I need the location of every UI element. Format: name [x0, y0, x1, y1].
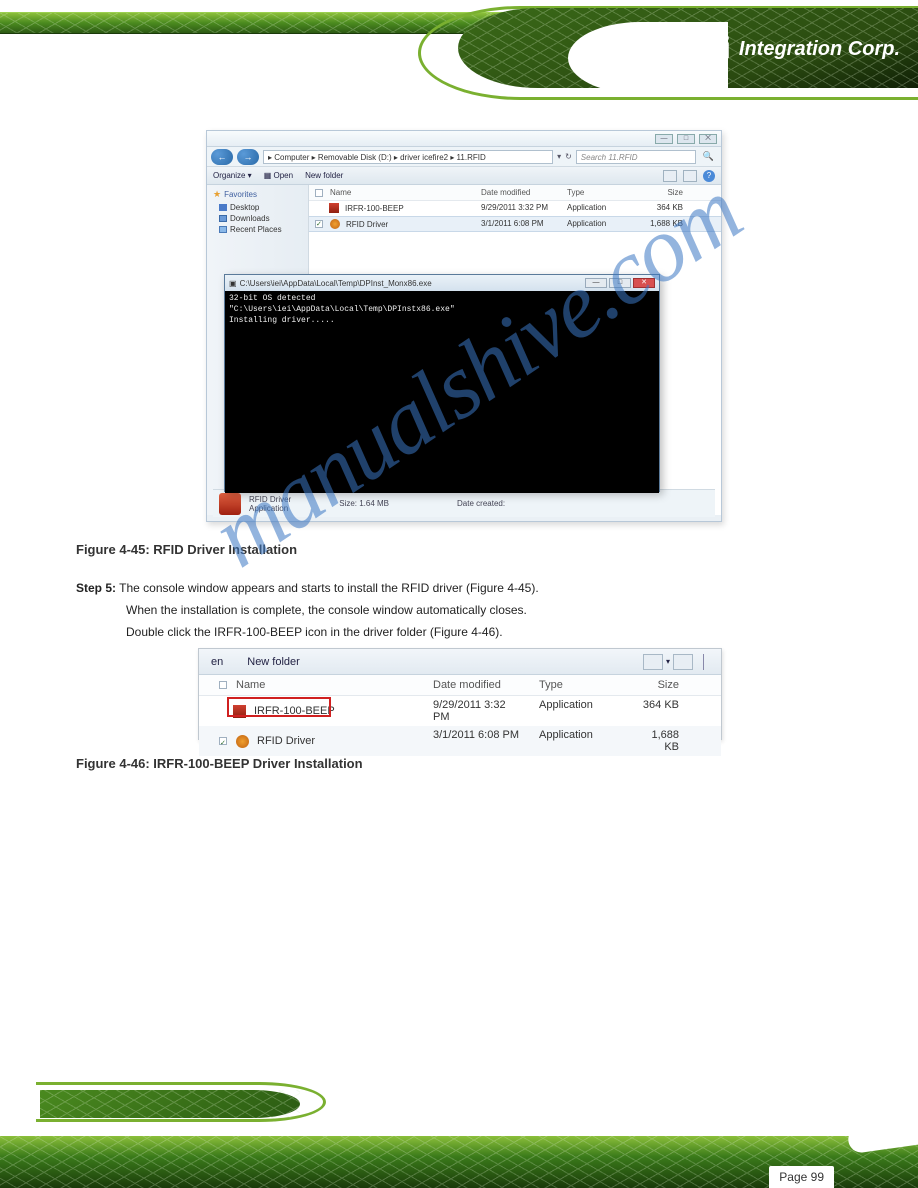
explorer-toolbar: Organize ▾ ▦ Open New folder ?: [207, 167, 721, 185]
logo-text: Integration Corp.: [739, 38, 900, 61]
divider: [703, 654, 709, 670]
detail-toolbar: en New folder ▾: [199, 649, 721, 675]
select-all-checkbox[interactable]: [219, 681, 227, 689]
favorites-heading: ★Favorites: [213, 189, 302, 200]
column-type[interactable]: Type: [531, 675, 631, 695]
installer-icon: [329, 203, 339, 213]
sidebar-item-recent[interactable]: Recent Places: [215, 224, 302, 235]
step-text: When the installation is complete, the c…: [126, 600, 527, 620]
status-file-icon: [219, 493, 241, 515]
window-min-button[interactable]: —: [655, 134, 673, 144]
detail-column-header: Name Date modified Type Size: [199, 675, 721, 696]
search-input[interactable]: Search 11.RFID: [576, 150, 696, 164]
row-checkbox[interactable]: [219, 737, 227, 745]
explorer-window-detail: en New folder ▾ Name Date modified Type …: [198, 648, 722, 740]
organize-button[interactable]: Organize ▾: [213, 171, 252, 180]
view-mode-button[interactable]: ▾: [643, 654, 663, 670]
back-button[interactable]: ←: [211, 149, 233, 165]
step-text: Double click the IRFR-100-BEEP icon in t…: [126, 622, 826, 642]
column-size[interactable]: Size: [631, 675, 693, 695]
column-header-row: Name Date modified Type Size: [309, 185, 721, 201]
console-max-button[interactable]: □: [609, 278, 631, 288]
console-line: 32-bit OS detected: [229, 293, 655, 304]
star-icon: ★: [213, 189, 221, 200]
open-button[interactable]: ▦ Open: [264, 171, 293, 180]
column-date[interactable]: Date modified: [425, 675, 531, 695]
column-date[interactable]: Date modified: [475, 185, 561, 200]
console-line: Installing driver.....: [229, 315, 655, 326]
preview-pane-button[interactable]: [683, 170, 697, 182]
file-row[interactable]: IRFR-100-BEEP 9/29/2011 3:32 PM Applicat…: [309, 201, 721, 216]
select-all-checkbox[interactable]: [315, 189, 323, 197]
step-text: Step 5: The console window appears and s…: [76, 578, 539, 598]
console-titlebar[interactable]: ▣ C:\Users\iei\AppData\Local\Temp\DPInst…: [225, 275, 659, 291]
top-wave: iEi Integration Corp.: [398, 8, 918, 98]
downloads-icon: [219, 215, 227, 222]
breadcrumb[interactable]: ▸ Computer ▸ Removable Disk (D:) ▸ drive…: [263, 150, 553, 164]
new-folder-button[interactable]: New folder: [247, 656, 300, 668]
toolbar-label: en: [211, 656, 223, 668]
window-titlebar: — □ ⨉: [207, 131, 721, 147]
search-icon[interactable]: 🔍: [700, 151, 717, 162]
recent-icon: [219, 226, 227, 233]
preview-pane-button[interactable]: [673, 654, 693, 670]
figure-caption: Figure 4-46: IRFR-100-BEEP Driver Instal…: [76, 756, 363, 771]
status-bar: RFID Driver Application Size: 1.64 MB Da…: [213, 489, 715, 517]
driver-icon: [236, 735, 249, 748]
driver-icon: [330, 219, 340, 229]
console-body: 32-bit OS detected "C:\Users\iei\AppData…: [225, 291, 659, 493]
sidebar-item-desktop[interactable]: Desktop: [215, 202, 302, 213]
new-folder-button[interactable]: New folder: [305, 171, 343, 180]
window-close-button[interactable]: ⨉: [699, 134, 717, 144]
console-min-button[interactable]: —: [585, 278, 607, 288]
page-number: Page 99: [769, 1166, 834, 1188]
green-bottom-bar: Page 99: [0, 1136, 918, 1188]
column-type[interactable]: Type: [561, 185, 637, 200]
console-window: ▣ C:\Users\iei\AppData\Local\Temp\DPInst…: [224, 274, 660, 492]
console-line: "C:\Users\iei\AppData\Local\Temp\DPInstx…: [229, 304, 655, 315]
column-size[interactable]: Size: [637, 185, 689, 200]
highlight-box: [227, 697, 331, 717]
window-max-button[interactable]: □: [677, 134, 695, 144]
bottom-banner: Page 99: [0, 1076, 918, 1188]
sidebar-item-downloads[interactable]: Downloads: [215, 213, 302, 224]
column-name[interactable]: Name: [236, 679, 265, 691]
console-close-button[interactable]: ✕: [633, 278, 655, 288]
bottom-wave: [40, 1078, 320, 1118]
explorer-nav-bar: ← → ▸ Computer ▸ Removable Disk (D:) ▸ d…: [207, 147, 721, 167]
file-row[interactable]: RFID Driver 3/1/2011 6:08 PM Application…: [309, 216, 721, 232]
view-mode-button[interactable]: [663, 170, 677, 182]
figure-caption: Figure 4-45: RFID Driver Installation: [76, 542, 297, 557]
file-row[interactable]: RFID Driver 3/1/2011 6:08 PM Application…: [199, 726, 721, 756]
desktop-icon: [219, 204, 227, 211]
console-title: C:\Users\iei\AppData\Local\Temp\DPInst_M…: [240, 279, 432, 288]
help-icon[interactable]: ?: [703, 170, 715, 182]
column-name[interactable]: Name: [330, 188, 351, 197]
console-icon: ▣: [229, 279, 237, 288]
top-banner: iEi Integration Corp.: [0, 0, 918, 108]
forward-button[interactable]: →: [237, 149, 259, 165]
row-checkbox[interactable]: [315, 220, 323, 228]
